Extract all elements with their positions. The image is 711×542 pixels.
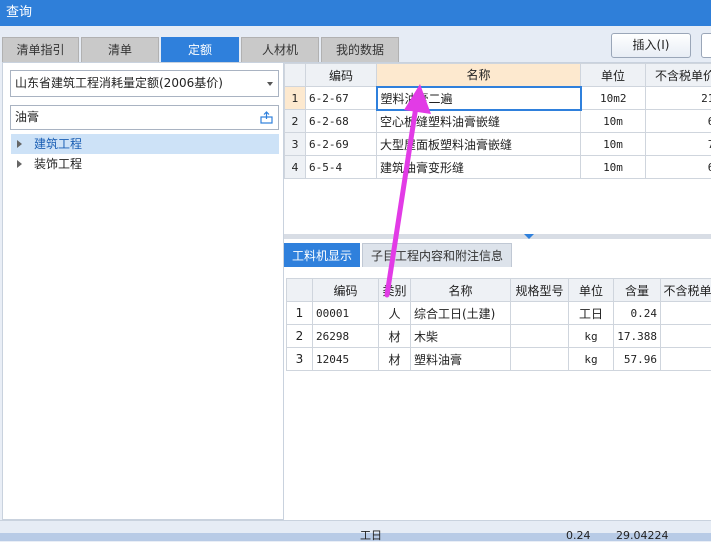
- material-price[interactable]: 3: [661, 348, 711, 371]
- tree-item-decoration[interactable]: 装饰工程: [11, 154, 279, 174]
- insert-button[interactable]: 插入(I): [611, 33, 691, 58]
- tab-labor-material-machine[interactable]: 人材机: [241, 37, 319, 62]
- material-type[interactable]: 材: [379, 348, 411, 371]
- quota-name[interactable]: 空心板缝塑料油膏嵌缝: [377, 110, 581, 133]
- header-unit[interactable]: 单位: [569, 279, 614, 302]
- material-name[interactable]: 木柴: [411, 325, 511, 348]
- material-name[interactable]: 塑料油膏: [411, 348, 511, 371]
- table-row[interactable]: 2 26298 材 木柴 kg 17.388: [287, 325, 711, 348]
- quota-list-panel: 编码 名称 单位 不含税单价 1 6-2-67 塑料油膏二遍 10m2 212 …: [284, 62, 711, 234]
- material-spec[interactable]: [511, 348, 569, 371]
- tab-bill-guide[interactable]: 清单指引: [2, 37, 79, 62]
- tree-item-building[interactable]: 建筑工程: [11, 134, 279, 154]
- material-price[interactable]: [661, 325, 711, 348]
- quota-library-select[interactable]: 山东省建筑工程消耗量定额(2006基价): [10, 70, 279, 97]
- quota-unit[interactable]: 10m2: [581, 87, 646, 110]
- row-number: 1: [285, 87, 306, 110]
- search-value: 油膏: [15, 110, 39, 124]
- header-spec[interactable]: 规格型号: [511, 279, 569, 302]
- material-spec[interactable]: [511, 325, 569, 348]
- tab-bar: 清单指引 清单 定额 人材机 我的数据: [0, 26, 711, 62]
- header-code[interactable]: 编码: [313, 279, 379, 302]
- window-title: 查询: [0, 0, 711, 26]
- header-code[interactable]: 编码: [306, 64, 377, 87]
- row-number: 1: [287, 302, 313, 325]
- expand-arrow-icon[interactable]: [17, 160, 22, 168]
- quota-table: 编码 名称 单位 不含税单价 1 6-2-67 塑料油膏二遍 10m2 212 …: [284, 63, 711, 179]
- table-row[interactable]: 3 12045 材 塑料油膏 kg 57.96 3: [287, 348, 711, 371]
- header-qty[interactable]: 含量: [614, 279, 661, 302]
- quota-library-value: 山东省建筑工程消耗量定额(2006基价): [15, 76, 223, 90]
- material-unit[interactable]: kg: [569, 325, 614, 348]
- header-rownum: [285, 64, 306, 87]
- header-price[interactable]: 不含税单价: [661, 279, 711, 302]
- material-spec[interactable]: [511, 302, 569, 325]
- quota-code[interactable]: 6-2-67: [306, 87, 377, 110]
- tab-quota[interactable]: 定额: [161, 37, 239, 62]
- table-row[interactable]: 1 00001 人 综合工日(土建) 工日 0.24: [287, 302, 711, 325]
- header-type[interactable]: 类别: [379, 279, 411, 302]
- chevron-down-icon: [267, 82, 273, 86]
- table-row[interactable]: 2 6-2-68 空心板缝塑料油膏嵌缝 10m 64: [285, 110, 711, 133]
- header-price[interactable]: 不含税单价: [646, 64, 711, 87]
- material-type[interactable]: 材: [379, 325, 411, 348]
- quota-price[interactable]: 69: [646, 156, 711, 179]
- quota-code[interactable]: 6-2-69: [306, 133, 377, 156]
- left-panel: 山东省建筑工程消耗量定额(2006基价) 油膏 建筑工程 装饰工程: [2, 62, 284, 520]
- replace-button[interactable]: [701, 33, 711, 58]
- material-code[interactable]: 12045: [313, 348, 379, 371]
- header-rownum: [287, 279, 313, 302]
- quota-unit[interactable]: 10m: [581, 156, 646, 179]
- quota-price[interactable]: 76: [646, 133, 711, 156]
- quota-code[interactable]: 6-5-4: [306, 156, 377, 179]
- header-unit[interactable]: 单位: [581, 64, 646, 87]
- material-table: 编码 类别 名称 规格型号 单位 含量 不含税单价 1 00001 人 综合工日…: [286, 278, 711, 371]
- table-row[interactable]: 3 6-2-69 大型屋面板塑料油膏嵌缝 10m 76: [285, 133, 711, 156]
- tab-bill[interactable]: 清单: [81, 37, 159, 62]
- tab-my-data[interactable]: 我的数据: [321, 37, 399, 62]
- material-qty[interactable]: 57.96: [614, 348, 661, 371]
- material-code[interactable]: 00001: [313, 302, 379, 325]
- quota-name[interactable]: 建筑油膏变形缝: [377, 156, 581, 179]
- table-row[interactable]: 4 6-5-4 建筑油膏变形缝 10m 69: [285, 156, 711, 179]
- row-number: 2: [285, 110, 306, 133]
- material-qty[interactable]: 17.388: [614, 325, 661, 348]
- expand-arrow-icon[interactable]: [17, 140, 22, 148]
- material-code[interactable]: 26298: [313, 325, 379, 348]
- row-number: 2: [287, 325, 313, 348]
- header-name[interactable]: 名称: [411, 279, 511, 302]
- quota-name[interactable]: 大型屋面板塑料油膏嵌缝: [377, 133, 581, 156]
- table-header-row: 编码 类别 名称 规格型号 单位 含量 不含税单价: [287, 279, 711, 302]
- row-number: 3: [287, 348, 313, 371]
- material-unit[interactable]: kg: [569, 348, 614, 371]
- material-qty[interactable]: 0.24: [614, 302, 661, 325]
- search-icon[interactable]: [260, 111, 273, 124]
- material-unit[interactable]: 工日: [569, 302, 614, 325]
- detail-panel: 工料机显示 子目工程内容和附注信息 编码 类别 名称 规格型号 单位 含量 不含…: [284, 239, 711, 520]
- table-header-row: 编码 名称 单位 不含税单价: [285, 64, 711, 87]
- quota-unit[interactable]: 10m: [581, 133, 646, 156]
- quota-unit[interactable]: 10m: [581, 110, 646, 133]
- status-bar: 工日 0.24 29.04224: [0, 520, 711, 540]
- material-type[interactable]: 人: [379, 302, 411, 325]
- quota-price[interactable]: 64: [646, 110, 711, 133]
- tree-item-label: 建筑工程: [34, 134, 82, 154]
- material-name[interactable]: 综合工日(土建): [411, 302, 511, 325]
- table-row[interactable]: 1 6-2-67 塑料油膏二遍 10m2 212: [285, 87, 711, 110]
- quota-price[interactable]: 212: [646, 87, 711, 110]
- tab-work-content[interactable]: 子目工程内容和附注信息: [362, 243, 512, 267]
- tree-item-label: 装饰工程: [34, 154, 82, 174]
- quota-name[interactable]: 塑料油膏二遍: [377, 87, 581, 110]
- tab-material-display[interactable]: 工料机显示: [284, 243, 360, 267]
- row-number: 3: [285, 133, 306, 156]
- material-price[interactable]: [661, 302, 711, 325]
- header-name[interactable]: 名称: [377, 64, 581, 87]
- quota-code[interactable]: 6-2-68: [306, 110, 377, 133]
- row-number: 4: [285, 156, 306, 179]
- search-input[interactable]: 油膏: [10, 105, 279, 130]
